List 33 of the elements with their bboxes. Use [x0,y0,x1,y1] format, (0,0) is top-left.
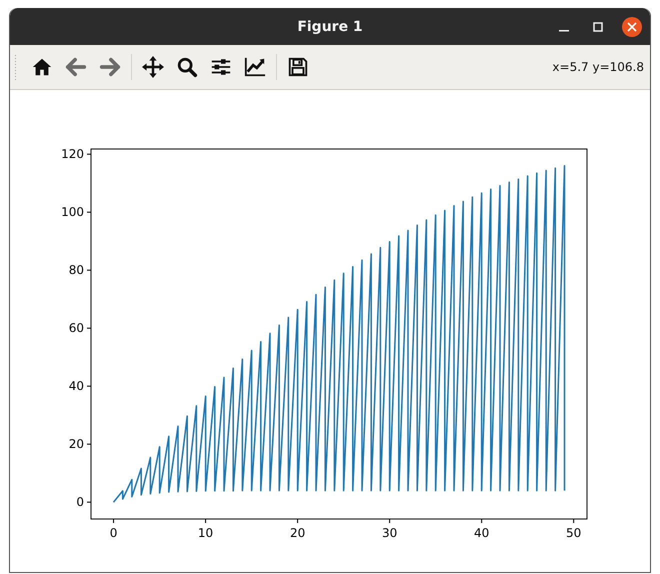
close-icon [627,22,637,32]
tick-mark [86,444,92,445]
tick-mark [86,270,92,271]
tick-mark [113,518,114,524]
tick-mark [86,502,92,503]
window-title: Figure 1 [297,18,363,34]
tick-label: 80 [68,263,84,278]
tick-label: 20 [68,437,84,452]
tick-mark [389,518,390,524]
tick-label: 50 [566,526,582,540]
tick-label: 20 [290,526,306,540]
tick-mark [86,386,92,387]
tick-mark [86,154,92,155]
tick-mark [481,518,482,524]
tick-label: 120 [61,147,84,162]
tick-label: 30 [382,526,398,540]
tick-mark [573,518,574,524]
minimize-icon [559,30,569,32]
cursor-coordinates: x=5.7 y=106.8 [552,60,644,74]
tick-label: 40 [474,526,490,540]
tick-label: 0 [76,495,84,510]
tick-mark [205,518,206,524]
tick-label: 10 [198,526,214,540]
tick-mark [86,328,92,329]
tick-mark [86,212,92,213]
tick-mark [297,518,298,524]
close-button[interactable] [622,16,642,36]
toolbar-grip-icon[interactable] [14,54,17,80]
tick-label: 100 [61,205,84,220]
tick-label: 60 [68,321,84,336]
tick-label: 0 [110,526,118,540]
maximize-icon [593,22,603,32]
tick-label: 40 [68,379,84,394]
